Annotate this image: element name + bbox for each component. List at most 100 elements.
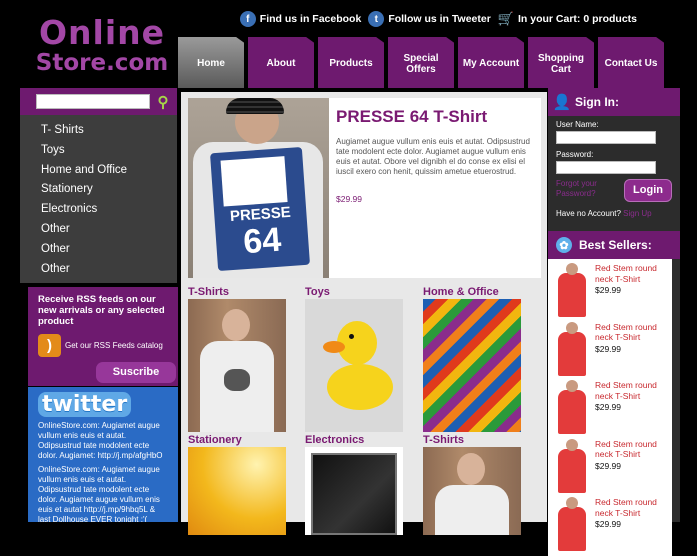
category-tile-label[interactable]: T-Shirts [423,434,521,447]
nav-tab-special-offers[interactable]: Special Offers [388,37,454,88]
bestseller-name[interactable]: Red Stem round neck T-Shirt [595,380,667,401]
bestseller-price: $29.99 [595,519,621,529]
bestseller-image[interactable] [557,321,587,377]
bestseller-item[interactable]: Red Stem round neck T-Shirt $29.99 [548,438,672,498]
left-sidebar: ⚲ T- Shirts Toys Home and Office Station… [20,88,177,283]
bestseller-image[interactable] [557,497,587,552]
category-item[interactable]: Other [41,243,177,263]
username-label: User Name: [556,120,599,129]
signin-title: Sign In: [575,95,619,109]
bestseller-price: $29.99 [595,460,621,471]
logo-line1: Online [38,13,166,52]
signup-link[interactable]: Sign Up [623,209,651,218]
category-item[interactable]: Home and Office [41,164,177,184]
race-bib: PRESSE 64 [209,146,311,272]
featured-product-price: $29.99 [336,194,362,204]
bestseller-name[interactable]: Red Stem round neck T-Shirt [595,439,667,460]
bestseller-name[interactable]: Red Stem round neck T-Shirt [595,322,667,343]
subscribe-button[interactable]: Suscribe [96,361,176,383]
twitter-logo[interactable]: twitter [38,392,132,417]
category-tile-label[interactable]: Stationery [188,434,286,447]
facebook-link[interactable]: f Find us in Facebook [239,11,362,27]
twitter-panel: twitter OnlineStore.com: Augiamet augue … [28,387,178,522]
bestseller-price: $29.99 [595,402,621,412]
category-tile-image[interactable] [305,299,403,432]
nav-tab-products[interactable]: Products [318,37,384,88]
logo-line2: Store.com [35,50,169,76]
search-input[interactable] [36,94,150,109]
username-field[interactable] [556,131,656,144]
facebook-link-label: Find us in Facebook [259,13,362,25]
model-head [457,453,485,485]
shirt-print [224,369,250,391]
category-item[interactable]: T- Shirts [41,124,177,144]
facebook-icon: f [239,11,256,27]
rss-promo-text: Receive RSS feeds on our new arrivals or… [38,294,165,328]
bestseller-name[interactable]: Red Stem round neck T-Shirt [595,497,667,518]
twitter-icon: t [368,11,385,27]
bestseller-image[interactable] [557,380,587,435]
nav-tab-contact-us[interactable]: Contact Us [598,37,664,88]
category-tile-home-office[interactable]: Home & Office [423,286,521,432]
model-head [222,309,250,341]
password-label: Password: [556,150,594,159]
bestseller-image[interactable] [557,438,587,494]
nav-tab-shopping-cart[interactable]: Shopping Cart [528,37,594,88]
featured-product: PRESSE 64 PRESSE 64 T-Shirt Augiamet aug… [188,98,541,278]
bib-number: 64 [242,220,283,262]
category-tile-toys[interactable]: Toys [305,286,403,432]
password-field[interactable] [556,161,656,174]
category-tile-stationery[interactable]: Stationery [188,434,286,535]
cart-status: In your Cart: 0 products [517,13,637,25]
shirt-shape [435,485,509,535]
nav-tab-my-account[interactable]: My Account [458,37,524,88]
bestsellers-header: ✿ Best Sellers: [548,231,680,259]
cap-shape [226,98,284,114]
search-bar: ⚲ [20,88,177,115]
bestsellers-list: Red Stem round neck T-Shirt $29.99 Red St… [548,259,672,556]
category-tile-label[interactable]: Electronics [305,434,403,447]
site-logo[interactable]: Online Store.com [27,13,177,78]
category-tile-tshirts[interactable]: T-Shirts [188,286,286,432]
login-button[interactable]: Login [624,179,672,202]
twitter-link[interactable]: t Follow us in Tweeter [368,11,491,27]
nav-tab-about[interactable]: About [248,37,314,88]
login-form: User Name: Password: Forgot your Passwor… [548,116,680,222]
category-tile-label[interactable]: Toys [305,286,403,299]
category-tile-tshirts-2[interactable]: T-Shirts [423,434,521,535]
category-item[interactable]: Other [41,263,177,283]
category-item[interactable]: Other [41,223,177,243]
featured-product-title[interactable]: PRESSE 64 T-Shirt [336,107,487,127]
bestseller-item[interactable]: Red Stem round neck T-Shirt $29.99 [548,380,672,439]
nav-tab-home[interactable]: Home [178,37,244,88]
twitter-link-label: Follow us in Tweeter [388,13,491,25]
login-row: Forgot your Password? Login [556,179,672,202]
bestseller-item[interactable]: Red Stem round neck T-Shirt $29.99 [548,321,672,381]
signin-header: 👤 Sign In: [548,88,680,116]
featured-product-image[interactable]: PRESSE 64 [188,98,329,278]
category-item[interactable]: Toys [41,144,177,164]
category-tile-label[interactable]: Home & Office [423,286,521,299]
cart-icon: 🛒 [497,11,514,26]
category-tile-label[interactable]: T-Shirts [188,286,286,299]
category-tile-image[interactable] [188,299,286,432]
bestseller-item[interactable]: Red Stem round neck T-Shirt $29.99 [548,497,672,556]
bestseller-name[interactable]: Red Stem round neck T-Shirt [595,263,667,284]
bestseller-item[interactable]: Red Stem round neck T-Shirt $29.99 [548,263,672,322]
rss-icon: ) [38,333,61,357]
category-tile-image[interactable] [423,299,521,432]
bestseller-price: $29.99 [595,343,621,354]
category-item[interactable]: Electronics [41,203,177,223]
monitor-shape [311,453,397,535]
rss-panel: Receive RSS feeds on our new arrivals or… [28,287,178,386]
forgot-password-link[interactable]: Forgot your Password? [556,179,616,199]
no-account-text: Have no Account? Sign Up [556,209,672,218]
search-icon[interactable]: ⚲ [155,94,171,111]
category-tile-electronics[interactable]: Electronics [305,434,403,535]
category-item[interactable]: Stationery [41,183,177,203]
rss-catalog-link[interactable]: ) Get our RSS Feeds catalog [38,333,168,357]
cart-link[interactable]: 🛒 In your Cart: 0 products [498,11,637,27]
rss-catalog-label: Get our RSS Feeds catalog [65,340,163,350]
bestseller-image[interactable] [557,263,587,318]
category-list: T- Shirts Toys Home and Office Stationer… [20,115,177,282]
